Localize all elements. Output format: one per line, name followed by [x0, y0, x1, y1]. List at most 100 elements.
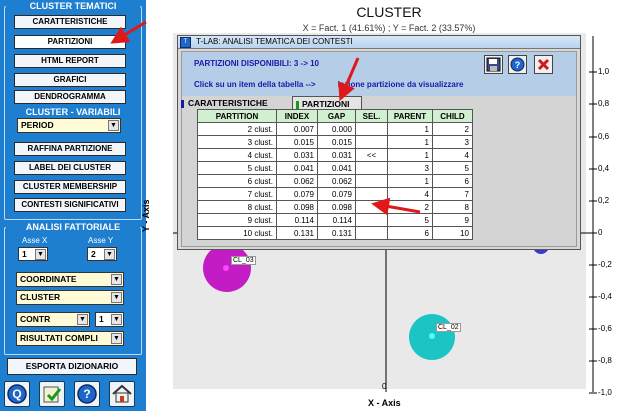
cell-index: 0.131	[276, 226, 318, 240]
tab-marker-icon	[296, 100, 299, 109]
cell-gap: 0.131	[317, 226, 356, 240]
dialog-title: T-LAB: ANALISI TEMATICA DEI CONTESTI	[196, 37, 353, 46]
cell-gap: 0.031	[317, 148, 356, 162]
cell-index: 0.007	[276, 122, 318, 136]
table-row[interactable]: 6 clust. 0.062 0.062 1 6	[197, 174, 473, 188]
cell-parent: 2	[387, 200, 433, 214]
save-button[interactable]	[484, 55, 503, 74]
cell-sel	[355, 200, 388, 214]
col-child-header[interactable]: CHILD	[432, 109, 473, 123]
cell-partition: 10 clust.	[197, 226, 277, 240]
cell-parent: 1	[387, 148, 433, 162]
cell-parent: 3	[387, 161, 433, 175]
cell-index: 0.015	[276, 135, 318, 149]
cell-sel	[355, 226, 388, 240]
cell-child: 8	[432, 200, 473, 214]
cell-child: 4	[432, 148, 473, 162]
cell-child: 7	[432, 187, 473, 201]
cell-gap: 0.098	[317, 200, 356, 214]
cell-parent: 1	[387, 135, 433, 149]
cell-partition: 7 clust.	[197, 187, 277, 201]
tab-partizioni[interactable]: PARTIZIONI	[292, 96, 362, 110]
help-button[interactable]: ?	[508, 55, 527, 74]
y-tick-label: -0,4	[598, 292, 612, 301]
y-axis-label: Y - Axis	[141, 199, 151, 232]
cell-sel	[355, 187, 388, 201]
y-tick-label: 0,6	[598, 132, 610, 141]
tab-caratteristiche[interactable]: CARATTERISTICHE	[181, 96, 268, 110]
table-row[interactable]: 4 clust. 0.031 0.031 << 1 4	[197, 148, 473, 162]
cell-sel	[355, 213, 388, 227]
cluster-label-cl02: CL_02	[436, 323, 461, 332]
table-row[interactable]: 5 clust. 0.041 0.041 3 5	[197, 161, 473, 175]
cell-child: 3	[432, 135, 473, 149]
partizioni-disponibili-text: PARTIZIONI DISPONIBILI: 3 -> 10	[194, 59, 319, 68]
table-row[interactable]: 8 clust. 0.098 0.098 2 8	[197, 200, 473, 214]
tab-marker-icon	[181, 99, 184, 108]
cell-sel	[355, 161, 388, 175]
y-tick-label: 0,8	[598, 99, 610, 108]
cell-partition: 8 clust.	[197, 200, 277, 214]
cell-index: 0.031	[276, 148, 318, 162]
cell-child: 10	[432, 226, 473, 240]
y-tick-label: -1,0	[598, 388, 612, 397]
table-row[interactable]: 7 clust. 0.079 0.079 4 7	[197, 187, 473, 201]
cell-parent: 4	[387, 187, 433, 201]
y-tick-label: 0	[598, 228, 603, 237]
cell-gap: 0.062	[317, 174, 356, 188]
tab-caratteristiche-label: CARATTERISTICHE	[188, 98, 268, 108]
cluster-center-cl03	[223, 265, 229, 271]
cell-sel	[355, 122, 388, 136]
cell-parent: 5	[387, 213, 433, 227]
col-gap-header[interactable]: GAP	[317, 109, 356, 123]
cluster-label-cl03: CL_03	[231, 256, 256, 265]
close-button[interactable]	[534, 55, 553, 74]
table-row[interactable]: 9 clust. 0.114 0.114 5 9	[197, 213, 473, 227]
cell-partition: 5 clust.	[197, 161, 277, 175]
cell-sel	[355, 135, 388, 149]
cell-child: 5	[432, 161, 473, 175]
cell-partition: 6 clust.	[197, 174, 277, 188]
help-icon: ?	[510, 57, 525, 72]
cell-parent: 6	[387, 226, 433, 240]
cell-index: 0.062	[276, 174, 318, 188]
cell-gap: 0.079	[317, 187, 356, 201]
save-icon	[486, 57, 501, 72]
cell-child: 6	[432, 174, 473, 188]
cell-gap: 0.000	[317, 122, 356, 136]
cell-partition: 9 clust.	[197, 213, 277, 227]
cell-child: 9	[432, 213, 473, 227]
click-instruction-prefix: Click su un item della tabella -->	[194, 80, 316, 89]
x-axis-label: X - Axis	[368, 398, 401, 408]
cell-child: 2	[432, 122, 473, 136]
click-instruction-text: Click su un item della tabella --> lezion…	[194, 80, 463, 89]
y-tick-label: 0,2	[598, 196, 610, 205]
cell-index: 0.114	[276, 213, 318, 227]
y-tick-label: -0,2	[598, 260, 612, 269]
cell-index: 0.079	[276, 187, 318, 201]
partitions-table: PARTITION INDEX GAP SEL. PARENT CHILD 2 …	[197, 109, 473, 240]
col-partition-header[interactable]: PARTITION	[197, 109, 277, 123]
cell-gap: 0.114	[317, 213, 356, 227]
cell-parent: 1	[387, 174, 433, 188]
table-row[interactable]: 2 clust. 0.007 0.000 1 2	[197, 122, 473, 136]
col-parent-header[interactable]: PARENT	[387, 109, 433, 123]
table-row[interactable]: 3 clust. 0.015 0.015 1 3	[197, 135, 473, 149]
y-tick-label: -0,6	[598, 324, 612, 333]
col-sel-header[interactable]: SEL.	[355, 109, 388, 123]
cell-gap: 0.015	[317, 135, 356, 149]
table-row[interactable]: 10 clust. 0.131 0.131 6 10	[197, 226, 473, 240]
y-tick-label: -0,8	[598, 356, 612, 365]
tab-partizioni-label: PARTIZIONI	[302, 99, 350, 109]
dialog-titlebar[interactable]: T T-LAB: ANALISI TEMATICA DEI CONTESTI	[178, 36, 580, 49]
cell-partition: 3 clust.	[197, 135, 277, 149]
table-header-row: PARTITION INDEX GAP SEL. PARENT CHILD	[197, 109, 473, 123]
cell-sel: <<	[355, 148, 388, 162]
close-icon	[537, 58, 550, 71]
cell-index: 0.041	[276, 161, 318, 175]
click-instruction-suffix: lezione partizione da visualizzare	[337, 80, 464, 89]
y-tick-label: 0,4	[598, 164, 610, 173]
cluster-center-cl02	[429, 333, 435, 339]
svg-text:?: ?	[515, 60, 521, 70]
col-index-header[interactable]: INDEX	[276, 109, 318, 123]
